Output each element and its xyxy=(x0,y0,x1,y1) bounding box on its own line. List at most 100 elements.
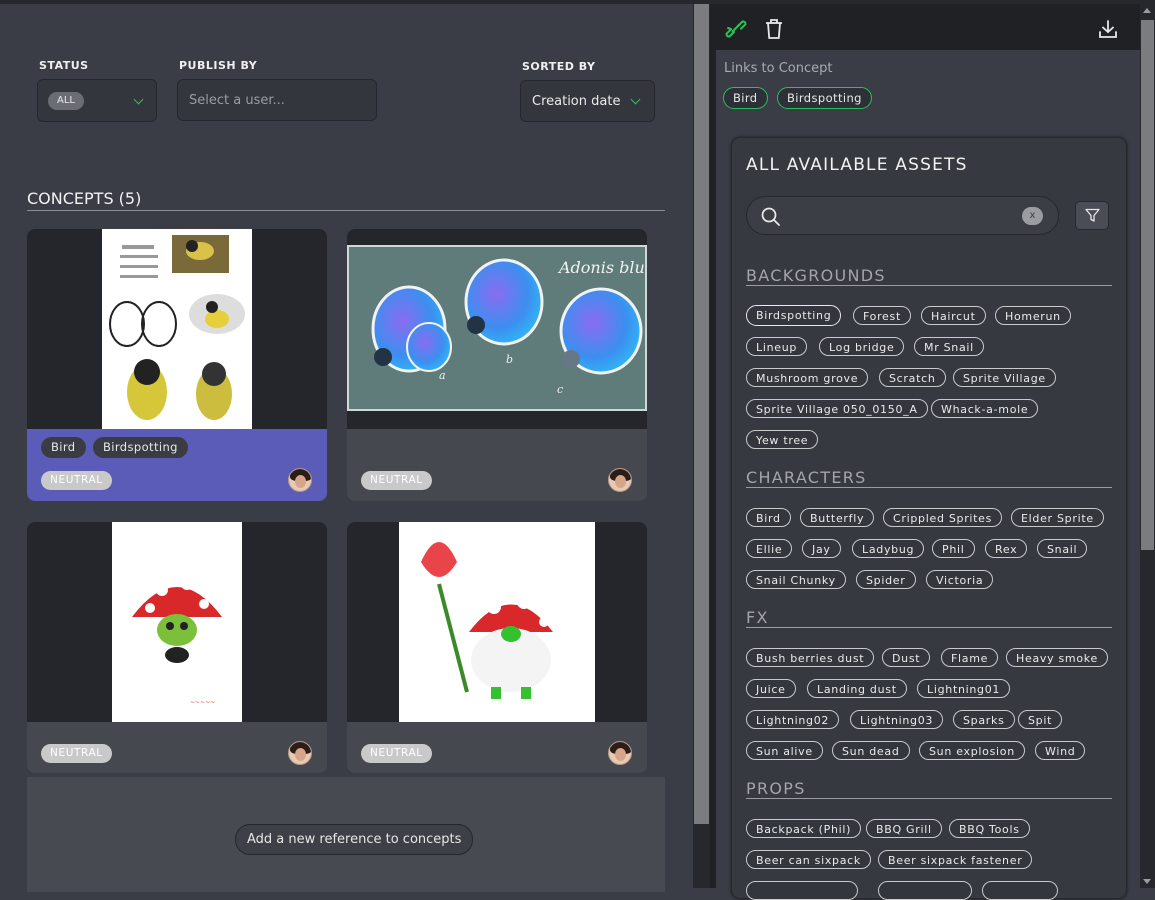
filter-button[interactable] xyxy=(1075,201,1109,230)
category-title: BACKGROUNDS xyxy=(746,266,886,285)
chevron-down-icon xyxy=(133,94,144,105)
publish-by-input[interactable]: Select a user... xyxy=(177,79,377,121)
sorted-by-label: SORTED BY xyxy=(522,60,596,73)
asset-tag[interactable]: Bird xyxy=(746,508,791,527)
asset-tag[interactable]: Landing dust xyxy=(807,679,907,698)
svg-text:~~~~~: ~~~~~ xyxy=(190,699,215,706)
sorted-by-select[interactable]: Creation date xyxy=(520,80,655,122)
asset-tag[interactable]: Haircut xyxy=(921,306,986,325)
mushroom-creature-image: ~~~~~ xyxy=(112,522,242,722)
asset-tag[interactable]: Sprite Village xyxy=(953,368,1056,387)
asset-tag[interactable]: Jay xyxy=(802,539,841,558)
status-value: ALL xyxy=(48,92,84,110)
asset-tag[interactable]: Log bridge xyxy=(819,337,905,356)
asset-tag[interactable]: Spit xyxy=(1018,710,1063,729)
sidebar-toolbar xyxy=(716,4,1140,50)
asset-tag[interactable]: Spider xyxy=(856,570,916,589)
asset-tag[interactable]: Flame xyxy=(941,648,999,667)
left-scrollbar[interactable] xyxy=(693,4,710,888)
status-select[interactable]: ALL xyxy=(37,79,157,122)
asset-tag[interactable]: Butterfly xyxy=(800,508,875,527)
asset-tag[interactable]: Snail xyxy=(1037,539,1088,558)
status-badge: NEUTRAL xyxy=(361,744,432,763)
category-title: PROPS xyxy=(746,779,806,798)
asset-tag[interactable]: Lightning02 xyxy=(746,710,840,729)
card-tag[interactable]: Bird xyxy=(41,437,86,458)
avatar xyxy=(288,468,312,492)
asset-tag[interactable]: Snail Chunky xyxy=(746,570,846,589)
sorted-by-value: Creation date xyxy=(532,94,621,109)
asset-tag[interactable]: Dust xyxy=(882,648,931,667)
asset-tag[interactable]: Lightning01 xyxy=(917,679,1011,698)
avatar xyxy=(288,741,312,765)
asset-tag[interactable]: Backpack (Phil) xyxy=(746,819,862,838)
asset-tag[interactable]: Sun alive xyxy=(746,741,823,760)
asset-tag[interactable]: Sparks xyxy=(953,710,1015,729)
asset-tag[interactable]: Sun explosion xyxy=(919,741,1025,760)
publish-by-label: PUBLISH BY xyxy=(179,59,258,72)
asset-tag[interactable]: Victoria xyxy=(926,570,994,589)
asset-tag[interactable]: Beer sixpack fastener xyxy=(878,850,1033,869)
asset-tag[interactable]: Phil xyxy=(932,539,975,558)
asset-tag[interactable]: Bush berries dust xyxy=(746,648,875,667)
asset-tag[interactable]: BBQ Grill xyxy=(866,819,942,838)
asset-tag[interactable]: Sprite Village 050_0150_A xyxy=(746,399,928,418)
clear-search-button[interactable]: x xyxy=(1022,207,1043,225)
image-label: c xyxy=(557,383,563,396)
concept-card[interactable]: NEUTRAL xyxy=(347,522,647,773)
image-label: a xyxy=(439,369,446,382)
asset-tag[interactable]: Mr Snail xyxy=(914,337,984,356)
asset-tag[interactable]: Wind xyxy=(1035,741,1086,760)
asset-tag[interactable]: Yew tree xyxy=(746,430,819,449)
concept-card[interactable]: Adonis blue a b c NEUTRAL xyxy=(347,229,647,501)
trash-icon[interactable] xyxy=(765,18,783,44)
concept-card[interactable]: ~~~~~ NEUTRAL xyxy=(27,522,327,773)
right-scrollbar[interactable] xyxy=(1140,4,1155,888)
filter-icon xyxy=(1085,208,1100,227)
asset-tag[interactable]: Forest xyxy=(853,306,911,325)
chevron-down-icon xyxy=(630,94,641,105)
link-icon[interactable] xyxy=(725,19,747,43)
asset-tag[interactable]: Whack-a-mole xyxy=(931,399,1039,418)
scroll-down-icon[interactable] xyxy=(1143,879,1151,884)
card-tag[interactable]: Birdspotting xyxy=(93,437,188,458)
asset-tag[interactable]: Ladybug xyxy=(852,539,925,558)
scroll-up-icon[interactable] xyxy=(1143,8,1151,13)
asset-tag[interactable]: Rex xyxy=(985,539,1028,558)
asset-tag[interactable]: BBQ Tools xyxy=(949,819,1030,838)
asset-tag[interactable]: Elder Sprite xyxy=(1011,508,1104,527)
card-thumbnail: ~~~~~ xyxy=(27,522,327,722)
asset-tag[interactable]: Heavy smoke xyxy=(1006,648,1108,667)
concept-card[interactable]: Bird Birdspotting NEUTRAL xyxy=(27,229,327,501)
links-label: Links to Concept xyxy=(724,61,833,76)
divider xyxy=(746,627,1112,628)
asset-tag[interactable] xyxy=(746,881,858,900)
asset-search-input[interactable]: x xyxy=(746,196,1059,235)
asset-tag[interactable]: Juice xyxy=(746,679,796,698)
download-icon[interactable] xyxy=(1098,19,1118,43)
divider xyxy=(27,210,665,211)
asset-tag[interactable]: Homerun xyxy=(995,306,1071,325)
card-thumbnail: Adonis blue a b c xyxy=(347,229,647,429)
publish-by-placeholder: Select a user... xyxy=(189,93,285,108)
linked-tag[interactable]: Birdspotting xyxy=(777,87,872,109)
asset-tag[interactable]: Beer can sixpack xyxy=(746,850,871,869)
card-thumbnail xyxy=(27,229,327,429)
asset-tag[interactable]: Crippled Sprites xyxy=(883,508,1003,527)
asset-tag[interactable]: Mushroom grove xyxy=(746,368,869,387)
add-reference-button[interactable]: Add a new reference to concepts xyxy=(235,824,474,855)
assets-title: ALL AVAILABLE ASSETS xyxy=(746,155,968,175)
all-assets-panel: ALL AVAILABLE ASSETS x BACKGROUNDS Birds… xyxy=(731,137,1127,900)
asset-tag[interactable]: Sun dead xyxy=(832,741,910,760)
asset-tag[interactable] xyxy=(878,881,972,900)
scrollbar-thumb[interactable] xyxy=(1141,20,1154,550)
linked-tag[interactable]: Bird xyxy=(723,87,768,109)
assets-sidebar: Links to Concept Bird Birdspotting ALL A… xyxy=(716,4,1140,900)
asset-tag[interactable]: Lightning03 xyxy=(850,710,944,729)
asset-tag[interactable]: Scratch xyxy=(879,368,946,387)
asset-tag[interactable]: Ellie xyxy=(746,539,793,558)
concepts-panel: STATUS ALL PUBLISH BY Select a user... S… xyxy=(0,4,693,892)
asset-tag[interactable] xyxy=(982,881,1058,900)
asset-tag[interactable]: Birdspotting xyxy=(746,305,842,326)
asset-tag[interactable]: Lineup xyxy=(746,337,808,356)
